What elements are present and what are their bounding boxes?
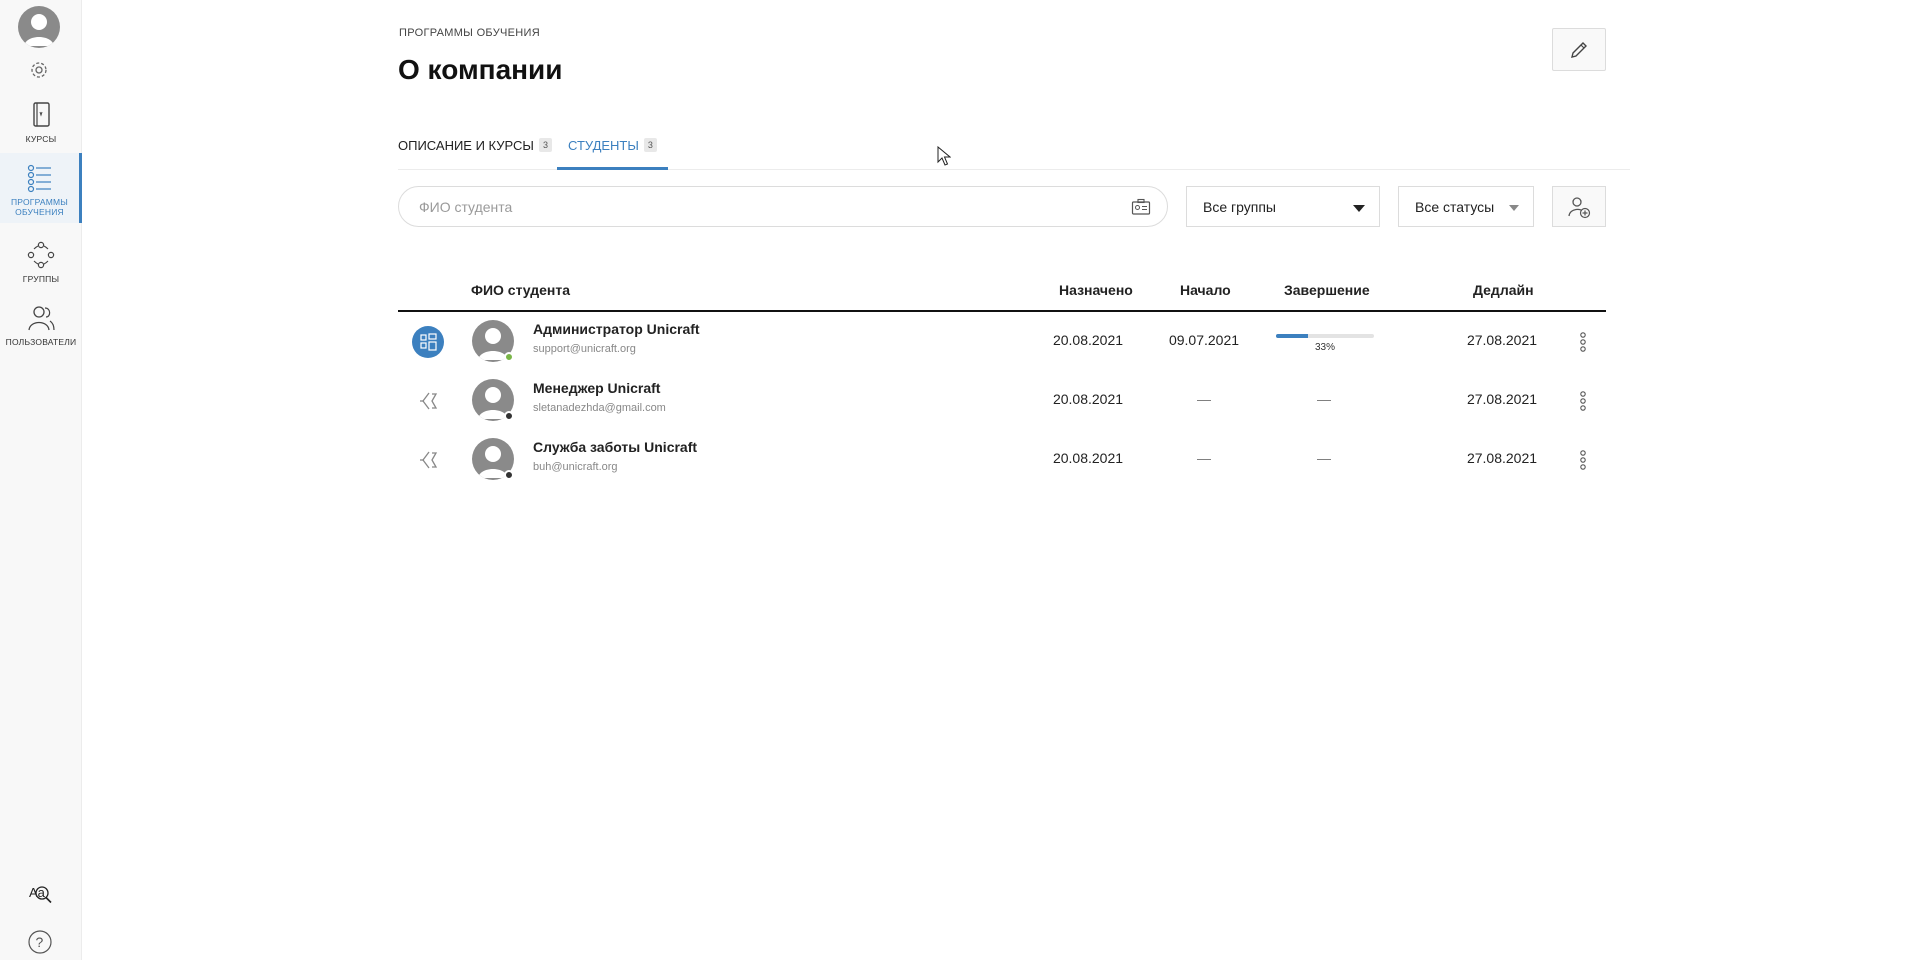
more-vertical-icon[interactable] — [1576, 389, 1590, 413]
assigned-date: 20.08.2021 — [1052, 450, 1124, 466]
edit-button[interactable] — [1552, 28, 1606, 71]
svg-text:?: ? — [36, 934, 44, 950]
student-email: sletanadezhda@gmail.com — [533, 402, 666, 414]
font-search-icon[interactable]: Aa — [27, 880, 53, 906]
not-started-icon — [420, 392, 438, 410]
groups-select[interactable]: Все группы — [1186, 186, 1380, 227]
column-header-name[interactable]: ФИО студента — [471, 282, 570, 298]
progress-label: 33% — [1314, 342, 1335, 353]
student-name[interactable]: Служба заботы Unicraft — [533, 439, 697, 455]
add-student-button[interactable] — [1552, 186, 1606, 227]
presence-online-indicator — [504, 352, 514, 362]
tab-description-courses[interactable]: ОПИСАНИЕ И КУРСЫ 3 — [398, 130, 552, 170]
in-progress-icon — [412, 326, 444, 358]
end-date: — — [1317, 450, 1331, 466]
tab-count-badge: 3 — [538, 138, 552, 152]
status-select[interactable]: Все статусы — [1398, 186, 1534, 227]
id-card-icon[interactable] — [1131, 198, 1151, 216]
student-name[interactable]: Администратор Unicraft — [533, 321, 700, 337]
sidebar-item-programs[interactable]: ПРОГРАММЫ ОБУЧЕНИЯ — [0, 153, 82, 223]
students-table: ФИО студента Назначено Начало Завершение… — [398, 272, 1606, 489]
sidebar-item-users[interactable]: ПОЛЬЗОВАТЕЛИ — [0, 303, 82, 353]
table-row[interactable]: Администратор Unicraft support@unicraft.… — [398, 312, 1606, 371]
more-vertical-icon[interactable] — [1576, 448, 1590, 472]
progress-track — [1276, 334, 1374, 338]
gear-icon[interactable] — [29, 60, 49, 80]
start-date: — — [1197, 391, 1211, 407]
pencil-icon — [1571, 41, 1587, 58]
sidebar: КУРСЫ ПРОГРАММЫ ОБУЧЕНИЯ ГРУППЫ ПОЛЬЗОВА… — [0, 0, 82, 960]
end-date: — — [1317, 391, 1331, 407]
assigned-date: 20.08.2021 — [1052, 332, 1124, 348]
presence-offline-indicator — [504, 470, 514, 480]
tab-label: ОПИСАНИЕ И КУРСЫ — [398, 138, 534, 153]
deadline-date: 27.08.2021 — [1466, 332, 1538, 348]
user-avatar[interactable] — [18, 6, 60, 48]
sidebar-item-groups[interactable]: ГРУППЫ — [0, 240, 82, 290]
page-title: О компании — [398, 54, 563, 85]
deadline-date: 27.08.2021 — [1466, 391, 1538, 407]
sidebar-item-label: ПРОГРАММЫ ОБУЧЕНИЯ — [10, 197, 69, 217]
more-vertical-icon[interactable] — [1576, 330, 1590, 354]
tab-bar: ОПИСАНИЕ И КУРСЫ 3 СТУДЕНТЫ 3 — [398, 130, 1630, 170]
progress-fill — [1276, 334, 1309, 338]
sidebar-item-label: КУРСЫ — [25, 134, 57, 144]
column-header-end[interactable]: Завершение — [1284, 282, 1370, 298]
deadline-date: 27.08.2021 — [1466, 450, 1538, 466]
sidebar-item-label: ПОЛЬЗОВАТЕЛИ — [5, 337, 77, 347]
table-header: ФИО студента Назначено Начало Завершение… — [398, 272, 1606, 312]
group-icon — [27, 241, 55, 269]
list-tree-icon — [27, 164, 51, 193]
tab-label: СТУДЕНТЫ — [568, 138, 639, 153]
student-email: buh@unicraft.org — [533, 461, 618, 473]
users-icon — [28, 306, 55, 331]
book-icon — [33, 102, 50, 127]
sidebar-item-courses[interactable]: КУРСЫ — [0, 100, 82, 150]
help-icon[interactable]: ? — [27, 929, 53, 955]
breadcrumb[interactable]: ПРОГРАММЫ ОБУЧЕНИЯ — [399, 27, 540, 39]
tab-count-badge: 3 — [643, 138, 657, 152]
search-box — [398, 186, 1168, 227]
column-header-assigned[interactable]: Назначено — [1059, 282, 1133, 298]
column-header-start[interactable]: Начало — [1180, 282, 1231, 298]
tab-students[interactable]: СТУДЕНТЫ 3 — [557, 130, 668, 170]
chevron-down-icon — [1509, 205, 1519, 211]
chevron-down-icon — [1353, 205, 1365, 212]
start-date: 09.07.2021 — [1168, 332, 1240, 348]
student-search-input[interactable] — [419, 187, 1109, 226]
start-date: — — [1197, 450, 1211, 466]
presence-offline-indicator — [504, 411, 514, 421]
column-header-deadline[interactable]: Дедлайн — [1473, 282, 1534, 298]
student-email: support@unicraft.org — [533, 343, 636, 355]
table-row[interactable]: Служба заботы Unicraft buh@unicraft.org … — [398, 430, 1606, 489]
mouse-cursor-icon — [937, 146, 951, 166]
status-select-value: Все статусы — [1415, 198, 1495, 215]
student-name[interactable]: Менеджер Unicraft — [533, 380, 660, 396]
groups-select-value: Все группы — [1203, 198, 1276, 215]
assigned-date: 20.08.2021 — [1052, 391, 1124, 407]
not-started-icon — [420, 451, 438, 469]
sidebar-item-label: ГРУППЫ — [22, 274, 60, 284]
completion-progress: 33% — [1276, 334, 1374, 353]
user-add-icon — [1568, 196, 1591, 218]
table-row[interactable]: Менеджер Unicraft sletanadezhda@gmail.co… — [398, 371, 1606, 430]
